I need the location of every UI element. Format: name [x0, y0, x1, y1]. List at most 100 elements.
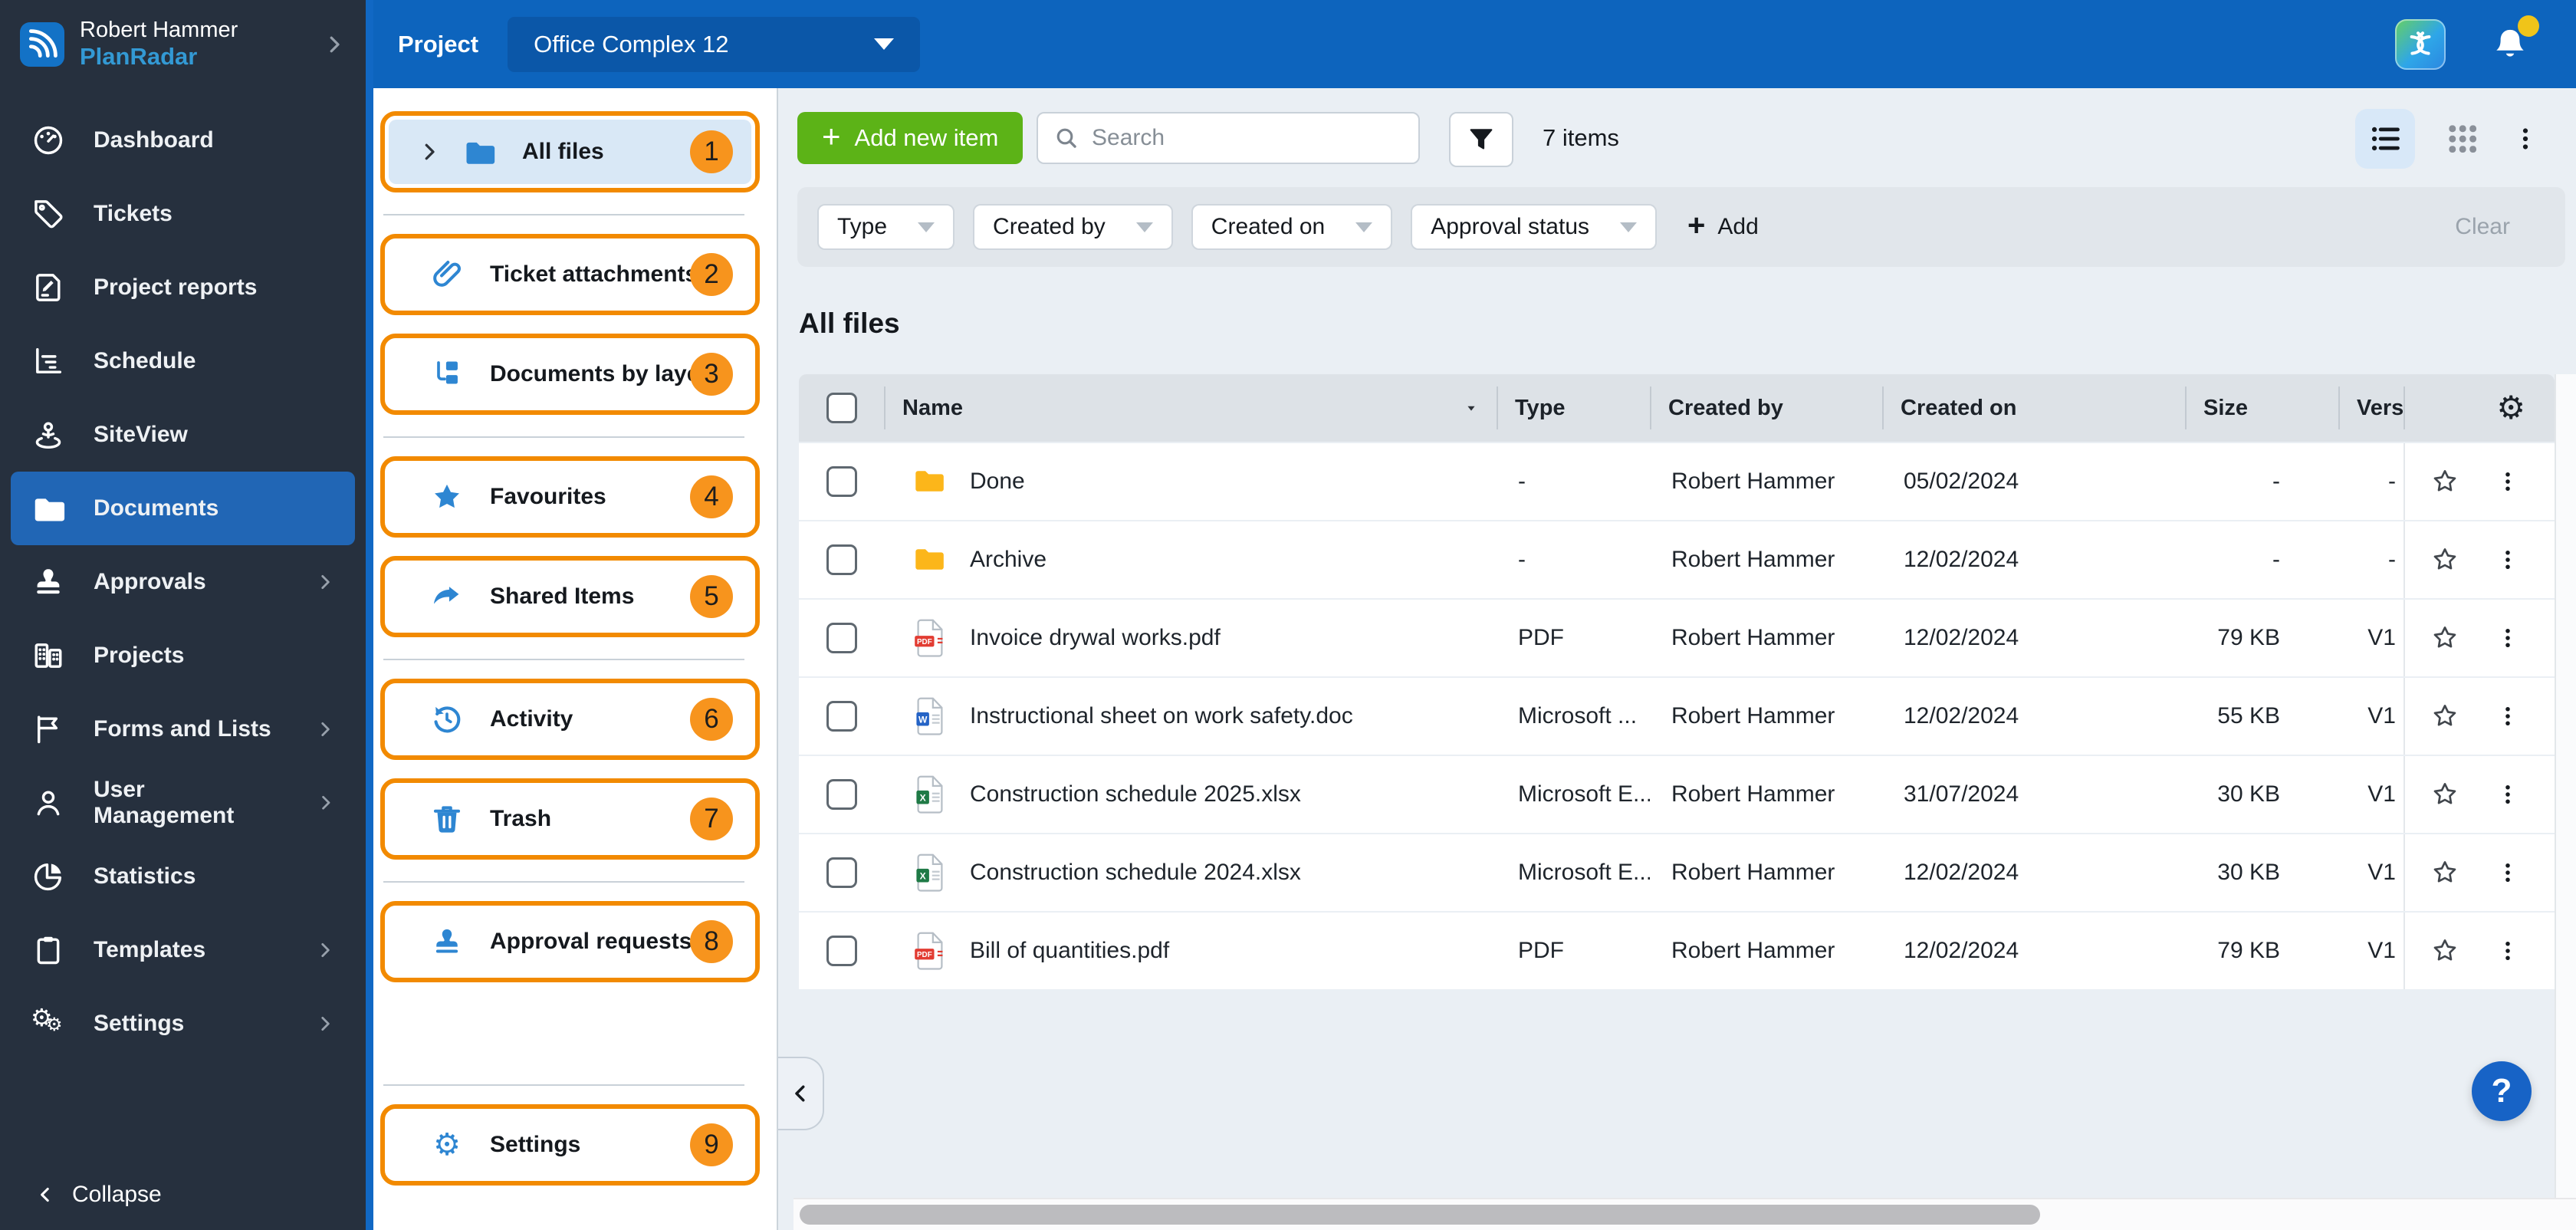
tree-item-shared-items[interactable]: Shared Items 5 — [389, 564, 751, 629]
tree-item-ticket-attachments[interactable]: Ticket attachments 2 — [389, 242, 751, 307]
row-checkbox[interactable] — [826, 936, 857, 966]
search-input[interactable] — [1090, 124, 1403, 152]
chevron-right-icon[interactable] — [323, 33, 346, 56]
select-all-checkbox[interactable] — [826, 393, 857, 423]
row-menu-icon[interactable] — [2496, 470, 2519, 493]
row-menu-icon[interactable] — [2496, 548, 2519, 571]
tree-item-activity[interactable]: Activity 6 — [389, 687, 751, 751]
filter-pill-created-by[interactable]: Created by — [973, 204, 1173, 250]
column-header-size[interactable]: Size — [2185, 374, 2338, 442]
stamp-blue-icon — [430, 925, 464, 959]
table-row-invoice-drywal-works-pdf[interactable]: PDF Invoice drywal works.pdf PDF Robert Ham… — [799, 600, 2555, 676]
favourite-star-icon[interactable] — [2430, 466, 2460, 497]
project-select[interactable]: Office Complex 12 — [508, 16, 921, 72]
sidebar-item-projects[interactable]: Projects — [0, 619, 366, 692]
file-name: Invoice drywal works.pdf — [970, 625, 1221, 650]
tree-item-all-files[interactable]: All files 1 — [389, 120, 751, 184]
favourite-star-icon[interactable] — [2430, 623, 2460, 653]
favourite-star-icon[interactable] — [2430, 779, 2460, 810]
clear-filters-button[interactable]: Clear — [2455, 214, 2510, 240]
sidebar-item-forms-and-lists[interactable]: Forms and Lists — [0, 692, 366, 766]
horizontal-scrollbar-thumb[interactable] — [800, 1205, 2040, 1225]
favourite-star-icon[interactable] — [2430, 857, 2460, 888]
row-checkbox[interactable] — [826, 779, 857, 810]
table-row-bill-of-quantities-pdf[interactable]: PDF Bill of quantities.pdf PDF Robert Hamme… — [799, 913, 2555, 989]
favourite-star-icon[interactable] — [2430, 936, 2460, 966]
sidebar-item-settings[interactable]: ⚙ ⚙ Settings — [0, 987, 366, 1061]
row-menu-icon[interactable] — [2496, 939, 2519, 962]
filter-pill-type[interactable]: Type — [817, 204, 955, 250]
pdf-file-icon: PDF — [913, 618, 947, 658]
row-checkbox[interactable] — [826, 466, 857, 497]
row-menu-icon[interactable] — [2496, 627, 2519, 650]
sidebar-item-label: Projects — [94, 643, 185, 668]
pdf-file-icon: PDF — [913, 931, 947, 971]
sidebar-item-label: Documents — [94, 495, 219, 521]
grid-view-button[interactable] — [2441, 117, 2484, 160]
tree-item-label: Favourites — [490, 484, 606, 509]
row-checkbox[interactable] — [826, 544, 857, 575]
svg-text:X: X — [920, 870, 926, 881]
chevron-down-icon — [918, 222, 935, 232]
row-menu-icon[interactable] — [2496, 861, 2519, 884]
table-row-construction-schedule-2025-xlsx[interactable]: X Construction schedule 2025.xlsx Microsof… — [799, 756, 2555, 833]
file-type: PDF — [1518, 938, 1564, 963]
expand-chevron-icon[interactable] — [418, 140, 441, 163]
sidebar-collapse-button[interactable]: Collapse — [0, 1159, 366, 1230]
sidebar-item-schedule[interactable]: Schedule — [0, 324, 366, 398]
favourite-star-icon[interactable] — [2430, 544, 2460, 575]
add-new-item-button[interactable]: + Add new item — [797, 112, 1024, 164]
column-settings[interactable]: ⚙ — [2404, 374, 2555, 442]
sidebar-item-statistics[interactable]: Statistics — [0, 840, 366, 913]
notifications-button[interactable] — [2490, 15, 2539, 64]
connect-app-button[interactable] — [2395, 18, 2446, 70]
column-header-version[interactable]: Vers — [2338, 374, 2404, 442]
tree-item-favourites[interactable]: Favourites 4 — [389, 465, 751, 529]
filter-pill-approval-status[interactable]: Approval status — [1411, 204, 1658, 250]
vertical-scrollbar[interactable] — [2555, 374, 2576, 1199]
tree-item-documents-by-layers[interactable]: Documents by layers 3 — [389, 342, 751, 406]
schedule-icon — [31, 344, 66, 379]
table-row-construction-schedule-2024-xlsx[interactable]: X Construction schedule 2024.xlsx Microsof… — [799, 834, 2555, 911]
filter-button[interactable] — [1449, 112, 1513, 167]
list-view-button[interactable] — [2355, 109, 2415, 169]
sidebar-item-templates[interactable]: Templates — [0, 913, 366, 987]
annotation-box-documents-by-layers: Documents by layers 3 — [380, 334, 760, 415]
row-checkbox[interactable] — [826, 701, 857, 732]
tree-item-approval-requests[interactable]: Approval requests 8 — [389, 909, 751, 974]
sidebar-item-label: Statistics — [94, 863, 196, 889]
row-checkbox[interactable] — [826, 623, 857, 653]
sidebar-item-dashboard[interactable]: Dashboard — [0, 104, 366, 177]
table-row-archive[interactable]: Archive - Robert Hammer 12/02/2024 - - — [799, 521, 2555, 598]
sidebar-item-project-reports[interactable]: Project reports — [0, 251, 366, 324]
column-header-created-on[interactable]: Created on — [1882, 374, 2185, 442]
panel-collapse-handle[interactable] — [778, 1057, 824, 1130]
column-header-type[interactable]: Type — [1497, 374, 1650, 442]
tree-item-label: Documents by layers — [490, 361, 721, 386]
sidebar-item-user-management[interactable]: User Management — [0, 766, 366, 840]
filter-pill-created-on[interactable]: Created on — [1191, 204, 1393, 250]
chevron-left-icon — [35, 1185, 55, 1205]
row-menu-icon[interactable] — [2496, 705, 2519, 728]
sidebar-item-siteview[interactable]: SiteView — [0, 398, 366, 472]
sidebar-item-approvals[interactable]: Approvals — [0, 545, 366, 619]
more-options-button[interactable] — [2510, 117, 2541, 160]
column-header-created-by[interactable]: Created by — [1650, 374, 1882, 442]
created-by: Robert Hammer — [1671, 781, 1835, 807]
add-filter-button[interactable]: + Add — [1687, 209, 1759, 243]
row-menu-icon[interactable] — [2496, 783, 2519, 806]
table-row-done[interactable]: Done - Robert Hammer 05/02/2024 - - — [799, 443, 2555, 520]
horizontal-scrollbar — [794, 1198, 2576, 1230]
table-row-instructional-sheet-on-work-safety-doc[interactable]: W Instructional sheet on work safety.doc M… — [799, 678, 2555, 755]
account-header[interactable]: Robert Hammer PlanRadar — [0, 0, 366, 88]
tree-item-settings[interactable]: ⚙ Settings 9 — [389, 1113, 751, 1177]
row-checkbox[interactable] — [826, 857, 857, 888]
tree-item-trash[interactable]: Trash 7 — [389, 787, 751, 851]
file-version: - — [2388, 469, 2396, 494]
sidebar-item-tickets[interactable]: Tickets — [0, 177, 366, 251]
sidebar-item-documents[interactable]: Documents — [11, 472, 355, 545]
favourite-star-icon[interactable] — [2430, 701, 2460, 732]
help-button[interactable]: ? — [2472, 1061, 2532, 1121]
file-version: V1 — [2367, 860, 2396, 885]
column-header-name[interactable]: Name — [884, 374, 1497, 442]
